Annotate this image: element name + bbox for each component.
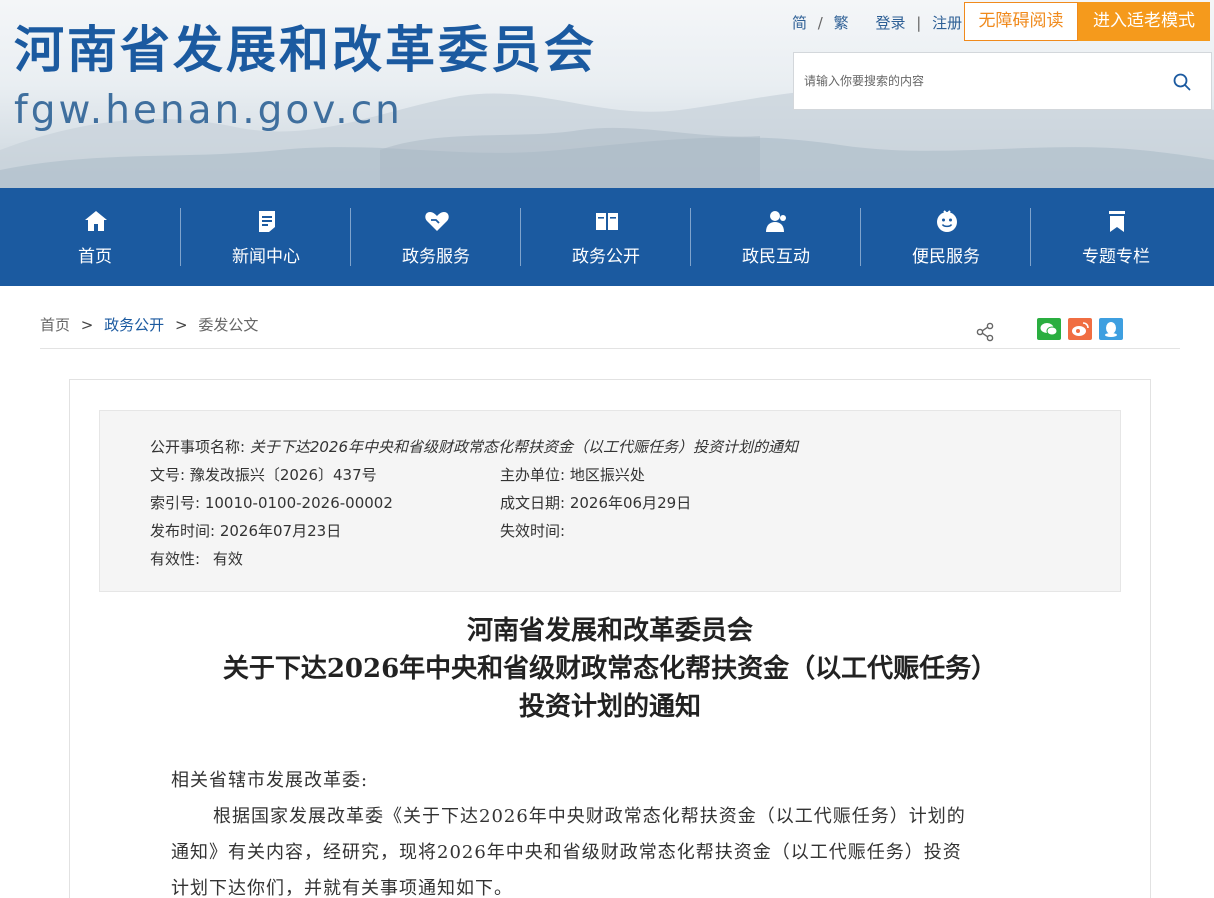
meta-label: 失效时间: — [500, 522, 566, 540]
nav-label: 便民服务 — [912, 247, 980, 267]
meta-published: 发布时间: 2026年07月23日 — [150, 520, 341, 541]
meta-item-name: 公开事项名称: 关于下达2026年中央和省级财政常态化帮扶资金（以工代赈任务）投… — [150, 436, 798, 457]
main-nav: 首页 新闻中心 政务服务 政务公开 政民互动 便民服务 专题专栏 — [0, 188, 1214, 286]
elder-mode-button[interactable]: 进入适老模式 — [1078, 2, 1210, 41]
nav-label: 专题专栏 — [1082, 247, 1150, 267]
search-icon[interactable] — [1172, 72, 1192, 92]
share-icon[interactable] — [975, 322, 995, 342]
meta-label: 有效性: — [150, 550, 201, 568]
document-icon — [259, 211, 275, 232]
simplified-link[interactable]: 简 — [792, 12, 807, 33]
nav-item-home[interactable]: 首页 — [10, 188, 180, 286]
document-title-line-2: 关于下达2026年中央和省级财政常态化帮扶资金（以工代赈任务） — [222, 654, 998, 684]
wechat-share-icon[interactable] — [1037, 318, 1061, 340]
qq-share-icon[interactable] — [1099, 318, 1123, 340]
bookmark-icon — [1109, 211, 1125, 232]
document-salutation: 相关省辖市发展改革委: — [171, 770, 369, 791]
meta-label: 成文日期: — [500, 494, 566, 512]
meta-created: 成文日期: 2026年06月29日 — [500, 492, 691, 513]
traditional-link[interactable]: 繁 — [834, 12, 849, 33]
breadcrumb-current[interactable]: 委发公文 — [198, 316, 258, 334]
document-paragraph-line: 计划下达你们，并就有关事项通知如下。 — [171, 878, 513, 898]
smile-icon — [937, 210, 957, 232]
meta-index: 索引号: 10010-0100-2026-00002 — [150, 492, 393, 513]
nav-label: 政务公开 — [572, 247, 640, 267]
nav-label: 政民互动 — [742, 247, 810, 267]
meta-host: 主办单位: 地区振兴处 — [500, 464, 645, 485]
nav-item-gov-services[interactable]: 政务服务 — [351, 188, 521, 286]
heart-hand-icon — [425, 212, 449, 231]
site-header: 河南省发展和改革委员会 fgw.henan.gov.cn 简 / 繁 登录 | … — [0, 0, 1214, 188]
search-box — [793, 52, 1212, 110]
breadcrumb-section[interactable]: 政务公开 — [104, 316, 164, 334]
weibo-share-icon[interactable] — [1068, 318, 1092, 340]
meta-label: 文号: — [150, 466, 186, 484]
nav-label: 政务服务 — [402, 247, 470, 267]
document-paragraph-line: 根据国家发展改革委《关于下达2026年中央财政常态化帮扶资金（以工代赈任务）计划… — [213, 806, 966, 827]
slash-separator: / — [817, 14, 823, 32]
register-link[interactable]: 注册 — [932, 12, 962, 33]
document-paragraph-line: 通知》有关内容，经研究，现将2026年中央和省级财政常态化帮扶资金（以工代赈任务… — [171, 842, 962, 863]
meta-label: 发布时间: — [150, 522, 216, 540]
site-url: fgw.henan.gov.cn — [14, 88, 403, 133]
meta-label: 公开事项名称: — [150, 438, 246, 456]
meta-label: 索引号: — [150, 494, 201, 512]
book-icon — [596, 213, 618, 230]
meta-validity: 有效性: 有效 — [150, 548, 243, 569]
nav-item-news[interactable]: 新闻中心 — [181, 188, 351, 286]
meta-value: 有效 — [212, 550, 243, 568]
nav-label: 首页 — [78, 247, 112, 267]
document-title-line-3: 投资计划的通知 — [518, 692, 701, 722]
nav-item-gov-open[interactable]: 政务公开 — [521, 188, 691, 286]
users-icon — [766, 211, 786, 232]
site-title: 河南省发展和改革委员会 — [14, 21, 597, 79]
meta-value: 2026年07月23日 — [219, 522, 342, 540]
breadcrumb-home[interactable]: 首页 — [40, 316, 70, 334]
meta-value: 2026年06月29日 — [569, 494, 692, 512]
meta-label: 主办单位: — [500, 466, 566, 484]
document-title-line-1: 河南省发展和改革委员会 — [466, 616, 753, 646]
breadcrumb-separator: > — [80, 316, 94, 334]
accessible-reading-button[interactable]: 无障碍阅读 — [964, 2, 1078, 41]
meta-doc-no: 文号: 豫发改振兴〔2026〕437号 — [150, 464, 377, 485]
breadcrumb-separator: > — [174, 316, 188, 334]
nav-item-special[interactable]: 专题专栏 — [1031, 188, 1201, 286]
home-icon — [85, 211, 107, 231]
search-input[interactable] — [804, 67, 1154, 95]
nav-item-convenience[interactable]: 便民服务 — [861, 188, 1031, 286]
divider: | — [916, 14, 922, 32]
nav-label: 新闻中心 — [232, 247, 300, 267]
meta-value: 豫发改振兴〔2026〕437号 — [189, 466, 377, 484]
meta-value: 地区振兴处 — [569, 466, 645, 484]
login-link[interactable]: 登录 — [875, 12, 905, 33]
meta-value: 10010-0100-2026-00002 — [204, 494, 393, 512]
breadcrumb-divider — [40, 348, 1180, 349]
meta-expiry: 失效时间: — [500, 520, 565, 541]
meta-value: 关于下达2026年中央和省级财政常态化帮扶资金（以工代赈任务）投资计划的通知 — [249, 438, 799, 456]
top-links: 简 / 繁 登录 | 注册 — [792, 12, 962, 33]
breadcrumb: 首页 > 政务公开 > 委发公文 — [40, 314, 258, 335]
nav-item-interaction[interactable]: 政民互动 — [691, 188, 861, 286]
